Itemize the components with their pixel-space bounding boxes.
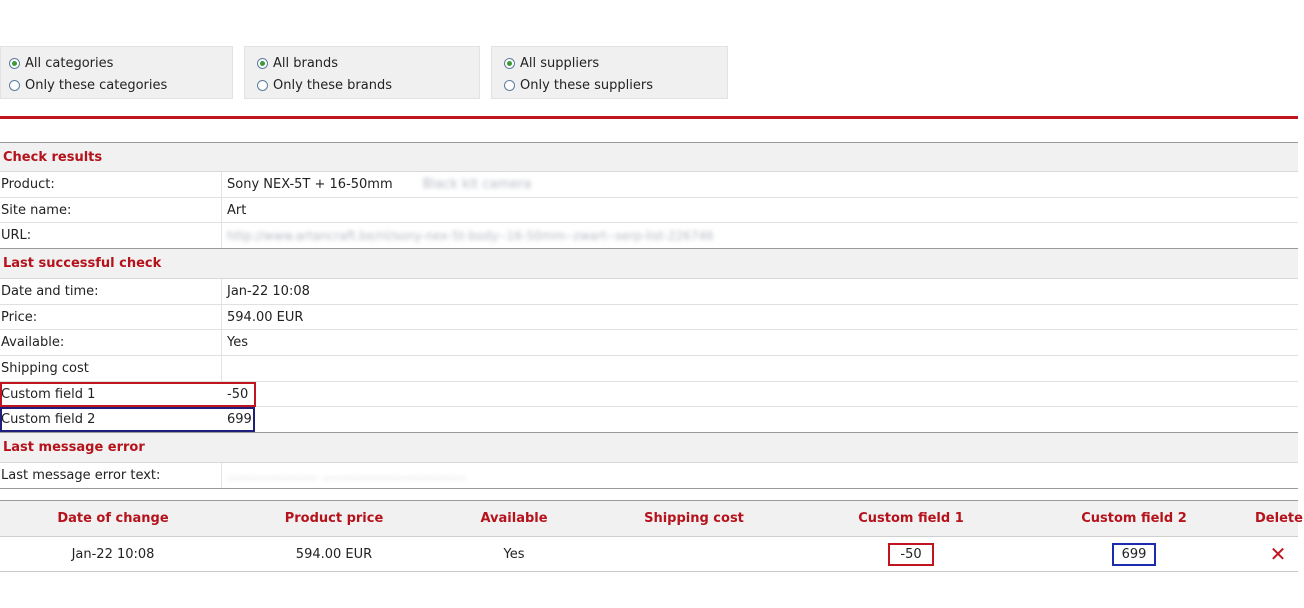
product-name-blurred: Black kit camera — [422, 177, 532, 192]
radio-button[interactable] — [9, 79, 20, 91]
cell-date: Jan-22 10:08 — [71, 546, 155, 562]
radio-button-checked[interactable] — [257, 57, 268, 69]
radio-label: All brands — [273, 55, 339, 71]
radio-button-checked[interactable] — [9, 57, 20, 69]
info-row-url: URL: http://www.artancraft.be/nl/sony-ne… — [0, 223, 1298, 249]
field-label: Price: — [0, 305, 222, 329]
field-value — [222, 356, 227, 381]
field-label: Available: — [0, 330, 222, 355]
info-row-available: Available: Yes — [0, 330, 1298, 356]
radio-all-categories[interactable]: All categories — [9, 53, 113, 73]
radio-label: All categories — [25, 55, 114, 71]
field-value: Art — [227, 202, 247, 218]
url-text: http://www.artancraft.be/nl/sony-nex-5t-… — [227, 228, 714, 243]
section-heading-check-results: Check results — [0, 142, 1298, 172]
column-header-shipping[interactable]: Shipping cost — [619, 501, 769, 536]
radio-only-categories[interactable]: Only these categories — [9, 75, 167, 95]
section-title: Check results — [3, 149, 103, 165]
field-label: Date and time: — [0, 279, 222, 304]
section-title: Last message error — [3, 440, 145, 455]
custom-field-1-highlight — [0, 382, 256, 407]
field-label: URL: — [0, 223, 222, 248]
url-link[interactable]: http://www.artancraft.be/nl/sony-nex-5t-… — [222, 223, 714, 248]
field-value: ...................... .................… — [222, 463, 467, 488]
info-row-error-text: Last message error text: ...............… — [0, 463, 1298, 489]
history-table-header: Date of change Product price Available S… — [0, 500, 1303, 537]
delete-icon[interactable]: ✕ — [1270, 542, 1287, 566]
radio-button-checked[interactable] — [504, 57, 515, 69]
info-row-date: Date and time: Jan-22 10:08 — [0, 279, 1298, 305]
cell-price: 594.00 EUR — [295, 546, 373, 562]
radio-only-suppliers[interactable]: Only these suppliers — [504, 75, 653, 95]
field-label: Last message error text: — [0, 463, 222, 488]
field-value: Sony NEX-5T + 16-50mm Black kit camera — [222, 172, 531, 197]
field-label: Site name: — [0, 198, 222, 222]
product-name: Sony NEX-5T + 16-50mm — [227, 177, 393, 192]
info-row-price: Price: 594.00 EUR — [0, 305, 1298, 330]
field-value: Jan-22 10:08 — [227, 284, 310, 299]
radio-button[interactable] — [257, 79, 268, 91]
info-row-shipping: Shipping cost — [0, 356, 1298, 382]
section-title: Last successful check — [3, 256, 162, 271]
field-value: 594.00 EUR — [227, 309, 304, 325]
column-header-date[interactable]: Date of change — [38, 501, 188, 536]
column-header-delete[interactable]: Delete — [1255, 501, 1304, 536]
cell-delete: ✕ — [1264, 537, 1292, 571]
field-label: Shipping cost — [0, 356, 222, 381]
field-label: Product: — [0, 172, 222, 197]
error-text: ...................... .................… — [227, 468, 467, 483]
section-heading-last-success: Last successful check — [0, 249, 1298, 279]
radio-label: All suppliers — [520, 55, 600, 71]
section-heading-last-error: Last message error — [0, 433, 1298, 463]
custom-field-1-value: -50 — [888, 542, 934, 566]
radio-only-brands[interactable]: Only these brands — [257, 75, 392, 95]
cell-available: Yes — [503, 546, 525, 562]
table-row: Jan-22 10:08 594.00 EUR Yes -50 699 ✕ — [0, 537, 1298, 572]
section-divider — [0, 116, 1298, 119]
radio-button[interactable] — [504, 79, 515, 91]
column-header-price[interactable]: Product price — [259, 501, 409, 536]
category-filter: All categories Only these categories — [0, 46, 233, 99]
column-header-custom-field-2[interactable]: Custom field 2 — [1059, 501, 1209, 536]
cell-shipping — [619, 537, 769, 571]
info-row-site: Site name: Art — [0, 198, 1298, 223]
brand-filter: All brands Only these brands — [244, 46, 480, 99]
field-value: Yes — [227, 335, 248, 350]
column-header-custom-field-1[interactable]: Custom field 1 — [836, 501, 986, 536]
radio-all-suppliers[interactable]: All suppliers — [504, 53, 599, 73]
radio-label: Only these suppliers — [520, 77, 654, 93]
column-header-available[interactable]: Available — [439, 501, 589, 536]
cell-custom-field-1: -50 — [836, 537, 986, 571]
radio-label: Only these brands — [273, 77, 392, 93]
supplier-filter: All suppliers Only these suppliers — [491, 46, 728, 99]
info-row-product: Product: Sony NEX-5T + 16-50mm Black kit… — [0, 172, 1298, 198]
radio-all-brands[interactable]: All brands — [257, 53, 338, 73]
cell-custom-field-2: 699 — [1059, 537, 1209, 571]
radio-label: Only these categories — [25, 77, 168, 93]
custom-field-2-value: 699 — [1111, 542, 1157, 566]
custom-field-2-highlight — [0, 407, 255, 432]
